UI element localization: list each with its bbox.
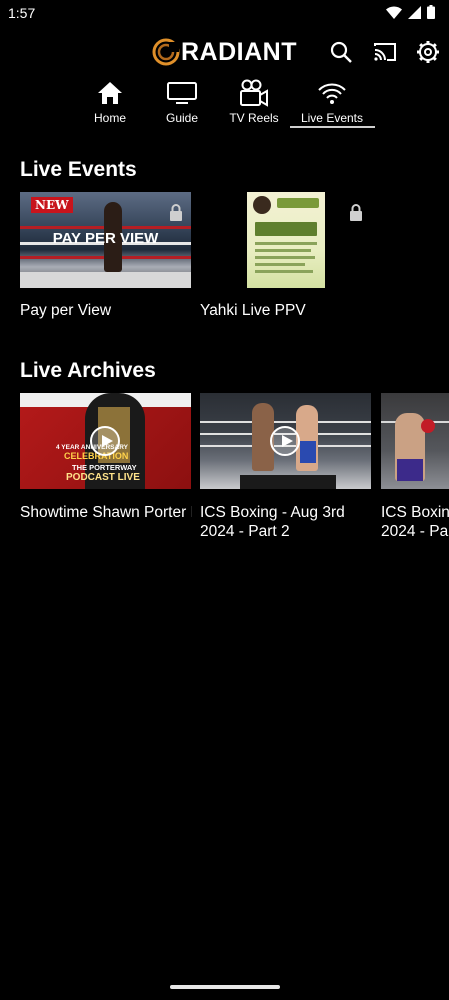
tab-guide-label: Guide	[165, 111, 199, 125]
home-icon	[98, 82, 122, 104]
tab-tv-reels-label: TV Reels	[229, 111, 279, 125]
tab-guide[interactable]: Guide	[161, 78, 203, 130]
card-title: Yahki Live PPV	[200, 302, 306, 319]
archive-card[interactable]: ICS Boxin 2024 - Pa	[381, 393, 449, 543]
tab-live-events[interactable]: Live Events	[296, 78, 368, 130]
live-events-heading: Live Events	[20, 158, 137, 181]
settings-button[interactable]	[415, 39, 441, 65]
battery-icon	[427, 5, 435, 19]
camera-icon	[240, 79, 268, 107]
play-icon[interactable]	[90, 426, 120, 456]
live-event-card[interactable]: Yahki Live PPV	[200, 192, 375, 322]
lock-icon	[170, 204, 182, 221]
radiant-logo-mark-icon	[152, 38, 180, 66]
gear-icon	[417, 41, 439, 63]
wifi-icon	[386, 5, 402, 19]
card-title: Showtime Shawn Porter Reviews New U…	[20, 504, 192, 521]
tab-home-label: Home	[93, 111, 126, 125]
broadcast-icon	[318, 83, 346, 104]
pay-per-view-overlay-text: PAY PER VIEW	[52, 230, 159, 247]
play-icon[interactable]	[270, 426, 300, 456]
porterway-podcast-thumbnail: 4 YEAR ANNIVERSARY CELEBRATION THE PORTE…	[20, 393, 191, 489]
app-header: RADIANT	[0, 30, 449, 76]
tab-home[interactable]: Home	[88, 78, 132, 130]
card-title: Pay per View	[20, 302, 112, 319]
tv-icon	[167, 82, 197, 104]
search-button[interactable]	[328, 39, 354, 65]
ics-boxing-thumbnail	[200, 393, 371, 489]
card-title: ICS Boxing - Aug 3rd 2024 - Part 2	[200, 504, 345, 540]
signal-icon	[408, 5, 421, 19]
thumb-text-3: THE PORTERWAY	[72, 463, 137, 472]
yahki-live-ppv-thumbnail	[200, 192, 371, 288]
tab-tv-reels[interactable]: TV Reels	[228, 78, 280, 130]
search-icon	[330, 41, 352, 63]
live-event-card[interactable]: NEW PAY PER VIEW Pay per View	[20, 192, 195, 322]
lock-icon	[350, 204, 362, 221]
status-time: 1:57	[8, 5, 36, 21]
home-indicator[interactable]	[170, 985, 280, 989]
thumb-text-4: PODCAST LIVE	[66, 472, 140, 483]
status-icons	[386, 5, 435, 19]
active-tab-indicator	[290, 126, 375, 128]
tab-live-events-label: Live Events	[300, 111, 364, 125]
pay-per-view-thumbnail: NEW PAY PER VIEW	[20, 192, 191, 288]
ics-boxing-thumbnail	[381, 393, 449, 489]
cast-icon	[374, 43, 396, 61]
brand-name: RADIANT	[181, 38, 297, 66]
new-badge: NEW	[31, 197, 73, 213]
live-archives-heading: Live Archives	[20, 359, 156, 382]
card-title: ICS Boxin 2024 - Pa	[381, 504, 449, 540]
archive-card[interactable]: ICS Boxing - Aug 3rd 2024 - Part 2	[200, 393, 375, 543]
archive-card[interactable]: 4 YEAR ANNIVERSARY CELEBRATION THE PORTE…	[20, 393, 195, 543]
nav-tabs: Home Guide TV Reels Live Events	[0, 78, 449, 132]
status-bar: 1:57	[0, 0, 449, 26]
cast-button[interactable]	[372, 39, 398, 65]
radiant-logo[interactable]: RADIANT	[152, 38, 297, 66]
